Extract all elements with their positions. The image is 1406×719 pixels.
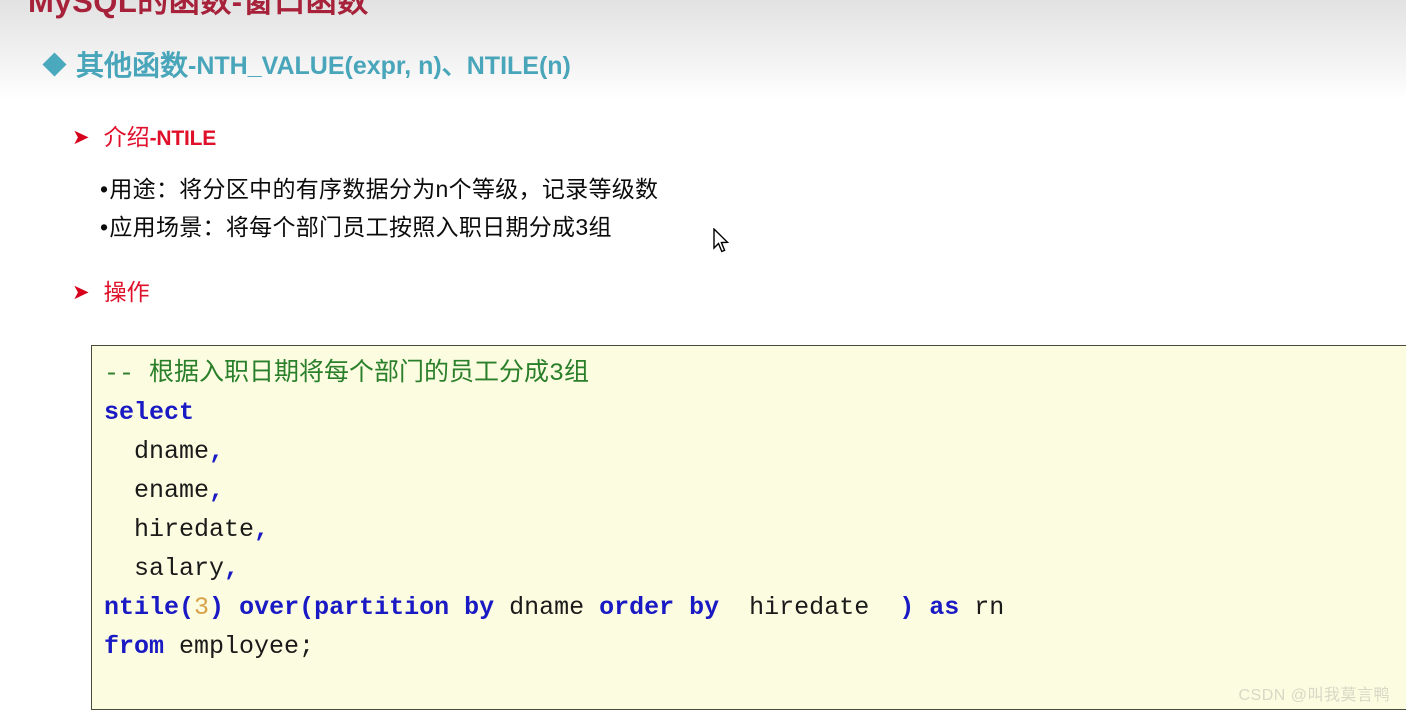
- subsection-operation-label-cn: 操作: [103, 279, 150, 305]
- code-line: salary,: [104, 549, 1406, 588]
- code-token-id: dname: [104, 437, 210, 466]
- code-token-kw: as: [914, 593, 960, 622]
- code-token-punct: ): [899, 593, 915, 622]
- list-item-text: 用途：将分区中的有序数据分为n个等级，记录等级数: [109, 176, 659, 202]
- code-token-id: hiredate: [719, 593, 900, 622]
- code-token-id: dname: [494, 593, 600, 622]
- slide-title: MySQL的函数-窗口函数: [28, 0, 369, 19]
- section-heading-label-cn: 其他函数: [76, 50, 189, 81]
- arrow-right-icon: ➤: [72, 126, 90, 149]
- code-token-id: salary: [104, 554, 225, 583]
- subsection-intro-label-en: -NTILE: [149, 127, 217, 150]
- diamond-icon: [42, 51, 67, 77]
- watermark: CSDN @叫我莫言鸭: [1238, 687, 1390, 704]
- code-token-comment: -- 根据入职日期将每个部门的员工分成3组: [104, 359, 590, 388]
- bullet-list: •用途：将分区中的有序数据分为n个等级，记录等级数 •应用场景：将每个部门员工按…: [100, 170, 658, 246]
- code-line: ename,: [104, 471, 1406, 510]
- bullet-marker: •: [100, 176, 109, 202]
- code-line: ntile(3) over(partition by dname order b…: [104, 588, 1406, 627]
- code-token-id: hiredate: [104, 515, 255, 544]
- arrow-right-icon: ➤: [72, 281, 90, 304]
- code-token-num: 3: [194, 593, 210, 622]
- list-item: •应用场景：将每个部门员工按照入职日期分成3组: [100, 208, 658, 246]
- section-heading-label-en: -NTH_VALUE(expr, n)、NTILE(n): [188, 52, 571, 80]
- code-line: dname,: [104, 432, 1406, 471]
- code-token-kw: ntile: [104, 593, 180, 622]
- code-line: from employee;: [104, 627, 1406, 666]
- subsection-heading-operation: ➤ 操作: [72, 273, 150, 307]
- mouse-pointer-icon: [713, 227, 731, 254]
- code-line: hiredate,: [104, 510, 1406, 549]
- code-token-id: ename: [104, 476, 210, 505]
- code-token-punct: ,: [209, 476, 225, 505]
- sql-code-block[interactable]: -- 根据入职日期将每个部门的员工分成3组 select dname, ename…: [91, 345, 1406, 710]
- subsection-heading-intro: ➤ 介绍 -NTILE: [72, 118, 216, 152]
- subsection-intro-label-cn: 介绍: [103, 124, 150, 150]
- code-token-kw: over(partition by: [224, 593, 495, 622]
- code-token-punct: ,: [254, 515, 270, 544]
- code-line: select: [104, 393, 1406, 432]
- code-token-id: rn: [959, 593, 1005, 622]
- bullet-marker: •: [100, 214, 109, 240]
- code-token-kw: order by: [599, 593, 720, 622]
- code-token-punct: (: [179, 593, 195, 622]
- list-item: •用途：将分区中的有序数据分为n个等级，记录等级数: [100, 170, 658, 208]
- code-line: -- 根据入职日期将每个部门的员工分成3组: [104, 354, 1406, 393]
- code-token-punct: ): [209, 593, 225, 622]
- code-token-punct: ,: [224, 554, 240, 583]
- code-token-kw: from: [104, 632, 165, 661]
- list-item-text: 应用场景：将每个部门员工按照入职日期分成3组: [109, 214, 612, 240]
- section-heading: 其他函数 -NTH_VALUE(expr, n)、NTILE(n): [42, 44, 571, 84]
- code-token-id: employee;: [164, 632, 315, 661]
- code-token-kw: select: [104, 398, 195, 427]
- code-token-punct: ,: [209, 437, 225, 466]
